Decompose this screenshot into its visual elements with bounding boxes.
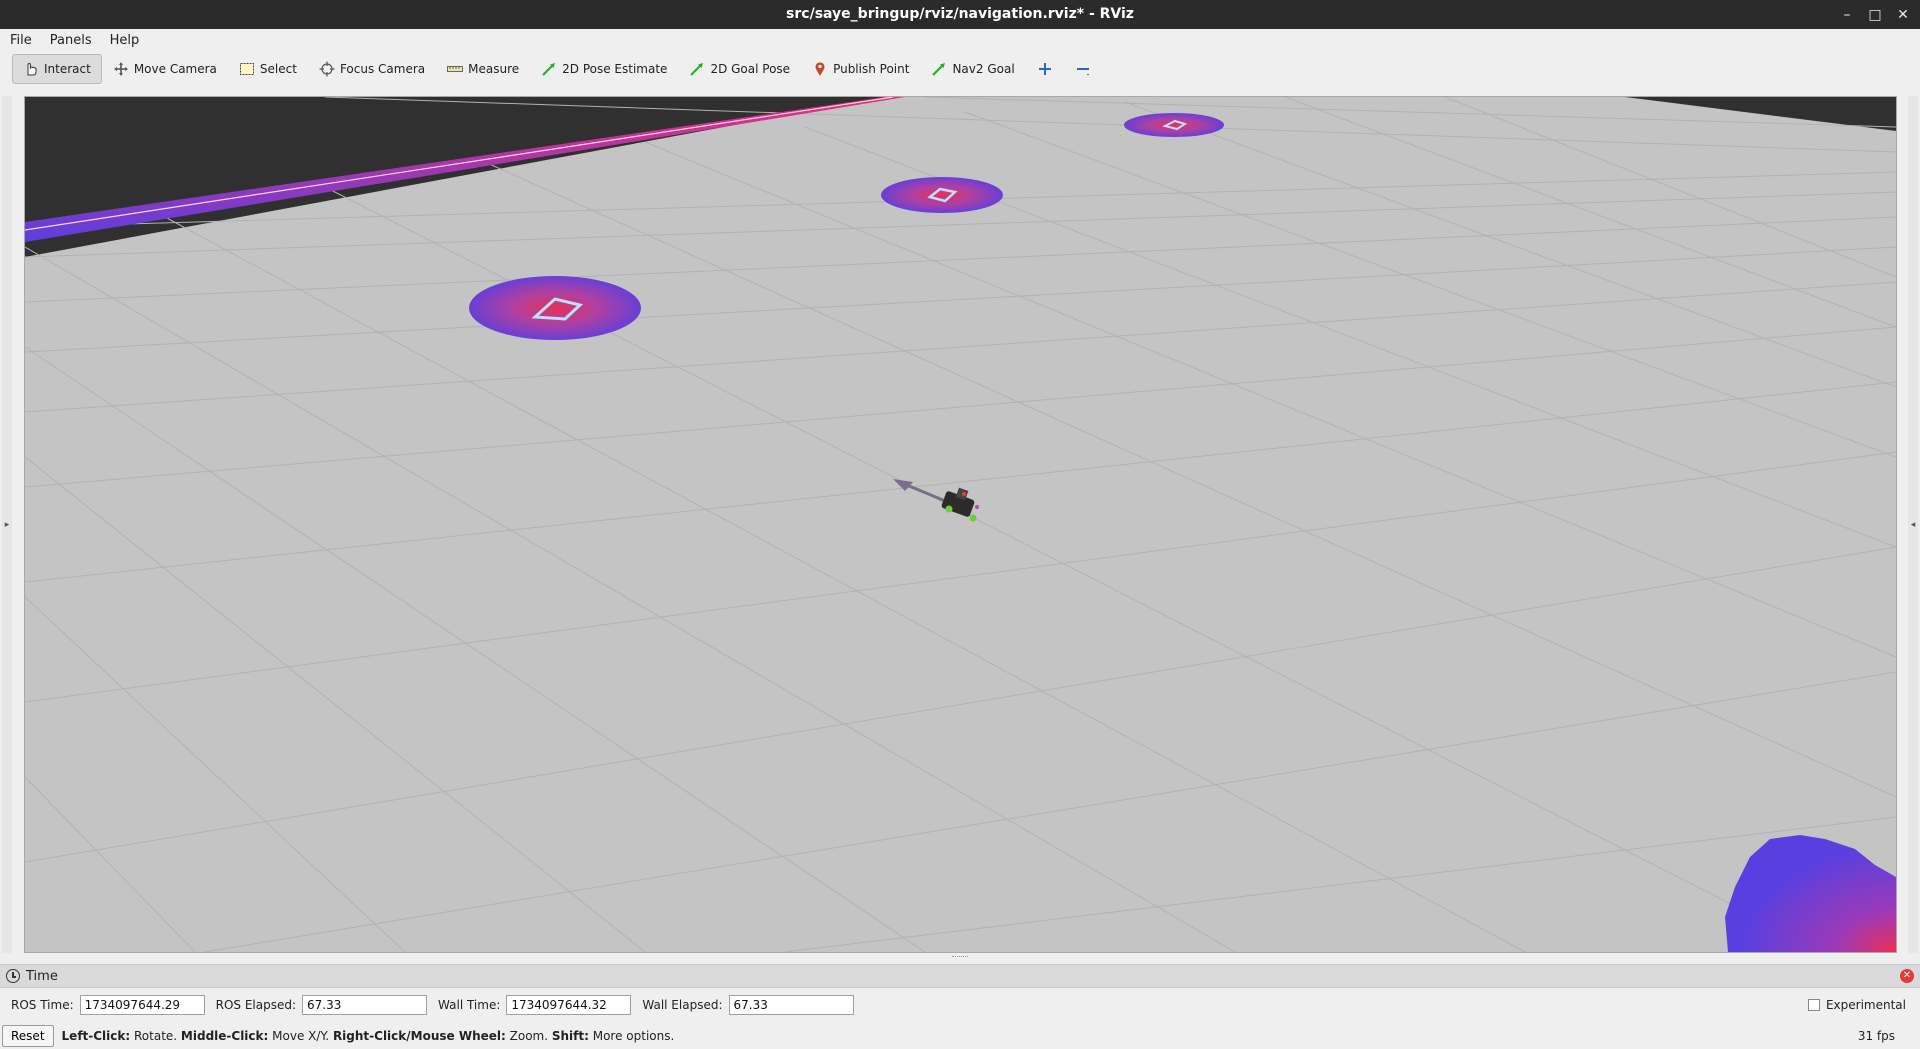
window-title: src/saye_bringup/rviz/navigation.rviz* -… <box>786 6 1134 22</box>
render-viewport[interactable] <box>24 96 1897 953</box>
ros-elapsed-field[interactable] <box>302 995 428 1015</box>
ros-time-label: ROS Time: <box>11 998 74 1012</box>
green-arrow-icon <box>932 63 946 76</box>
hand-pointer-icon <box>27 62 37 76</box>
tool-select-label: Select <box>259 62 297 76</box>
menu-file[interactable]: File <box>0 33 40 48</box>
maximize-icon[interactable]: □ <box>1866 6 1884 24</box>
time-panel-title: Time <box>26 968 58 984</box>
tool-move-camera[interactable]: Move Camera <box>102 54 228 84</box>
ros-time-field[interactable] <box>79 995 205 1015</box>
ros-elapsed-label: ROS Elapsed: <box>215 998 297 1012</box>
hint-middle: Move X/Y. <box>268 1029 333 1043</box>
hint-right: Zoom. <box>505 1029 552 1043</box>
experimental-toggle[interactable]: Experimental <box>1807 990 1906 1020</box>
tool-focus-camera-label: Focus Camera <box>339 62 426 76</box>
remove-tool-button[interactable] <box>1064 54 1102 84</box>
plus-icon <box>1038 63 1051 75</box>
panel-splitter[interactable] <box>0 954 1920 964</box>
wall-elapsed-label: Wall Elapsed: <box>642 998 723 1012</box>
select-box-icon <box>239 63 254 75</box>
menu-bar: File Panels Help <box>0 29 1920 51</box>
right-dock-collapse-handle[interactable]: ◂ <box>1908 96 1918 953</box>
tool-nav2-goal-label: Nav2 Goal <box>952 62 1015 76</box>
scene-canvas[interactable] <box>25 97 1896 952</box>
wall-time-field[interactable] <box>506 995 632 1015</box>
window-controls: – □ ✕ <box>1838 0 1912 29</box>
add-tool-button[interactable] <box>1026 54 1064 84</box>
ground-plane <box>25 97 1896 952</box>
experimental-label: Experimental <box>1825 998 1906 1012</box>
reset-button[interactable]: Reset <box>2 1025 54 1047</box>
tool-bar: Interact Move Camera Select Focus Camera… <box>0 51 1920 87</box>
tool-focus-camera[interactable]: Focus Camera <box>308 54 436 84</box>
minimize-icon[interactable]: – <box>1838 6 1856 24</box>
ruler-icon <box>447 66 464 72</box>
obstacle-costmap-1 <box>469 276 641 340</box>
menu-help[interactable]: Help <box>100 33 148 48</box>
close-icon[interactable]: ✕ <box>1894 6 1912 24</box>
left-dock-collapse-handle[interactable]: ▸ <box>2 96 12 953</box>
mouse-hints: Left-Click: Rotate. Middle-Click: Move X… <box>62 1029 675 1043</box>
close-icon[interactable]: ✕ <box>1900 969 1914 983</box>
tool-2d-goal-pose-label: 2D Goal Pose <box>710 62 791 76</box>
title-bar: src/saye_bringup/rviz/navigation.rviz* -… <box>0 0 1920 29</box>
tool-publish-point-label: Publish Point <box>833 62 910 76</box>
tool-interact[interactable]: Interact <box>12 54 102 84</box>
tool-2d-pose-estimate-label: 2D Pose Estimate <box>562 62 668 76</box>
tool-move-camera-label: Move Camera <box>133 62 217 76</box>
tool-select[interactable]: Select <box>228 54 308 84</box>
tool-2d-goal-pose[interactable]: 2D Goal Pose <box>678 54 801 84</box>
green-arrow-icon <box>542 63 556 76</box>
splitter-grip <box>952 956 968 960</box>
focus-target-icon <box>319 61 335 77</box>
green-arrow-icon <box>690 63 704 76</box>
status-bar: Reset Left-Click: Rotate. Middle-Click: … <box>0 1023 1920 1049</box>
clock-icon <box>6 969 20 983</box>
hint-left-key: Left-Click: <box>61 1029 131 1043</box>
obstacle-costmap-3 <box>1124 113 1224 137</box>
tool-nav2-goal[interactable]: Nav2 Goal <box>920 54 1025 84</box>
tool-measure-label: Measure <box>468 62 520 76</box>
time-panel-header: Time ✕ <box>0 964 1920 988</box>
menu-panels[interactable]: Panels <box>40 33 100 48</box>
tool-measure[interactable]: Measure <box>436 54 530 84</box>
tool-publish-point[interactable]: Publish Point <box>801 54 920 84</box>
time-panel: ROS Time: ROS Elapsed: Wall Time: Wall E… <box>0 990 1920 1020</box>
wall-elapsed-field[interactable] <box>728 995 854 1015</box>
wall-time-label: Wall Time: <box>438 998 501 1012</box>
move-camera-icon <box>113 62 128 76</box>
obstacle-costmap-2 <box>881 177 1003 213</box>
time-panel-title-wrap: Time <box>6 969 58 984</box>
fps-counter: 31 fps <box>1857 1029 1895 1043</box>
tool-2d-pose-estimate[interactable]: 2D Pose Estimate <box>530 54 678 84</box>
minus-icon <box>1076 68 1089 76</box>
hint-middle-key: Middle-Click: <box>180 1029 269 1043</box>
hint-right-key: Right-Click/Mouse Wheel: <box>332 1029 506 1043</box>
map-pin-icon <box>815 62 825 76</box>
hint-shift: More options. <box>588 1029 675 1043</box>
hint-left: Rotate. <box>130 1029 181 1043</box>
tool-interact-label: Interact <box>44 62 91 76</box>
hint-shift-key: Shift: <box>551 1029 589 1043</box>
experimental-checkbox[interactable] <box>1807 999 1820 1011</box>
